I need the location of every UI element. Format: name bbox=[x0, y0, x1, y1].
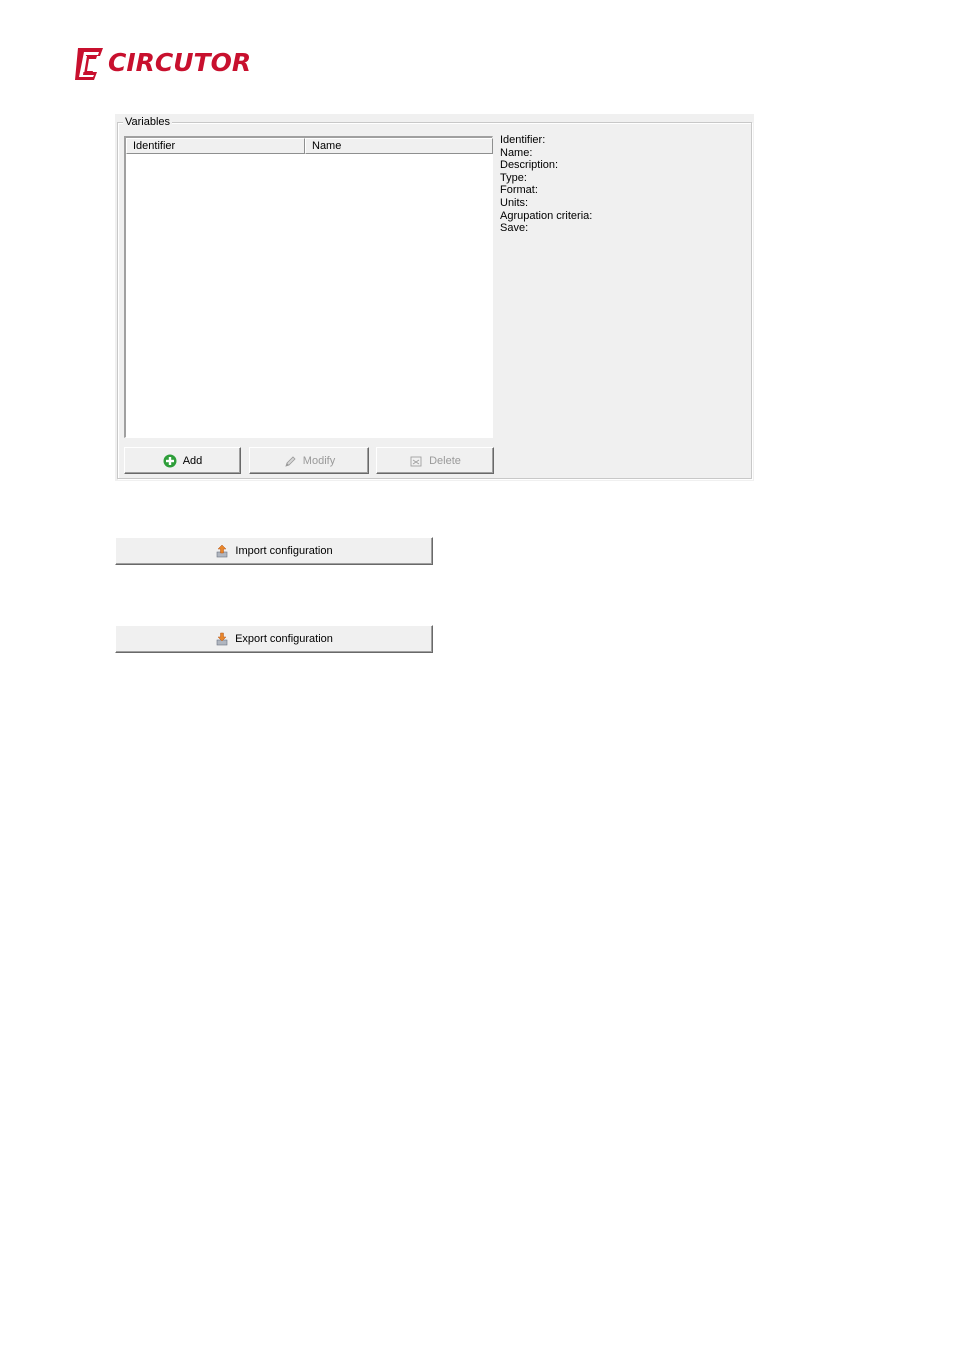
delete-button-label: Delete bbox=[429, 454, 461, 467]
detail-identifier-label: Identifier: bbox=[500, 134, 546, 146]
export-configuration-label: Export configuration bbox=[235, 633, 333, 645]
circutor-logo-mark bbox=[75, 48, 103, 80]
import-configuration-button[interactable]: Import configuration bbox=[115, 537, 433, 565]
variables-list[interactable]: Identifier Name bbox=[124, 136, 493, 438]
logo-text: CIRCUTOR bbox=[108, 48, 252, 77]
detail-units-label: Units: bbox=[500, 196, 529, 209]
import-configuration-label: Import configuration bbox=[235, 545, 333, 557]
detail-save-label: Save: bbox=[500, 222, 529, 235]
detail-description-label: Description: bbox=[500, 159, 559, 172]
import-icon bbox=[217, 544, 228, 558]
modify-button[interactable]: Modify bbox=[249, 447, 369, 474]
detail-name-label: Name: bbox=[500, 146, 533, 159]
add-button[interactable]: Add bbox=[124, 447, 241, 474]
list-header: Identifier Name bbox=[126, 138, 493, 154]
add-button-label: Add bbox=[182, 454, 203, 467]
export-configuration-button[interactable]: Export configuration bbox=[115, 625, 433, 653]
circutor-logo: CIRCUTOR bbox=[72, 46, 251, 82]
groupbox-title: Variables bbox=[123, 115, 173, 129]
column-header-name[interactable]: Name bbox=[305, 138, 493, 154]
add-icon bbox=[163, 454, 177, 467]
delete-icon bbox=[410, 456, 422, 466]
variables-groupbox: Variables Identifier Name Identifier: Na… bbox=[115, 114, 754, 481]
detail-type-label: Type: bbox=[500, 171, 527, 184]
delete-button[interactable]: Delete bbox=[376, 447, 494, 474]
detail-format-label: Format: bbox=[500, 184, 538, 197]
pencil-icon bbox=[285, 455, 296, 467]
detail-agrupation-label: Agrupation criteria: bbox=[500, 209, 593, 222]
variable-details: Identifier: Name: Description: Type: For… bbox=[500, 134, 592, 235]
modify-button-label: Modify bbox=[302, 454, 336, 467]
export-icon bbox=[216, 632, 228, 646]
column-header-identifier[interactable]: Identifier bbox=[126, 138, 305, 154]
